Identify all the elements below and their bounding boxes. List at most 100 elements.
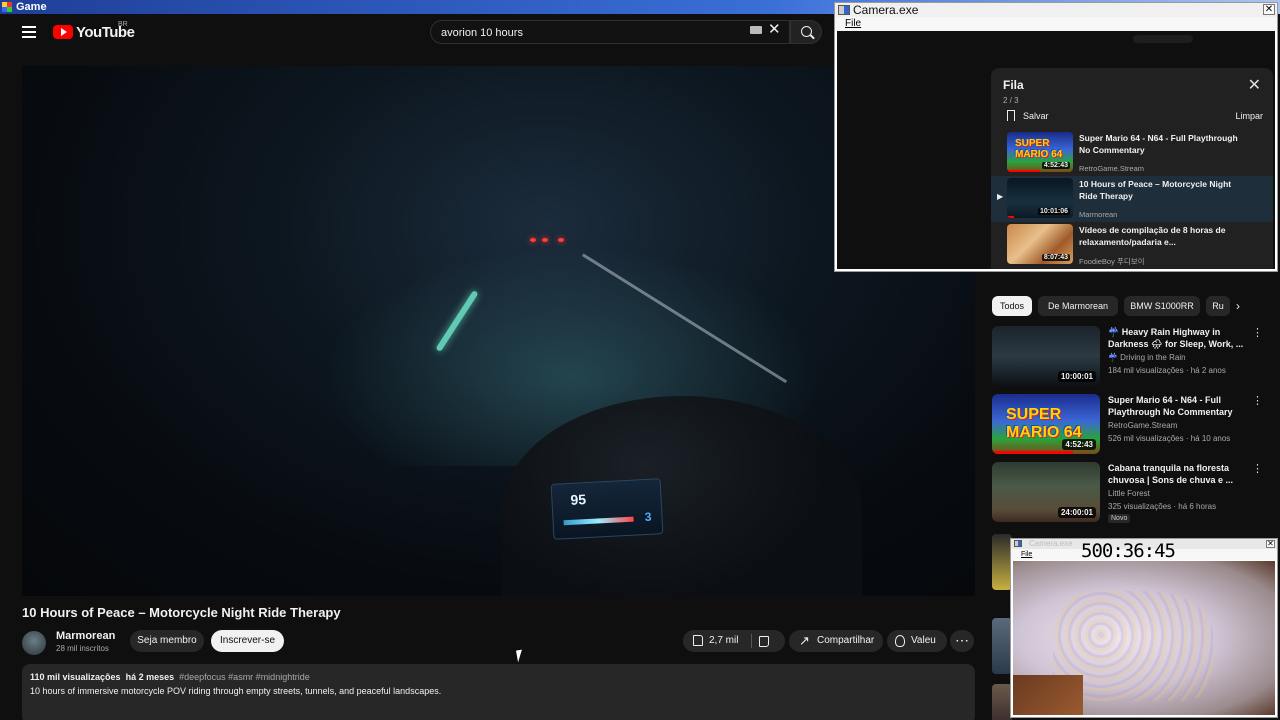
list-item[interactable]: 24:00:01 Cabana tranquila na floresta ch… <box>992 462 1277 524</box>
more-vert-icon[interactable]: ⋮ <box>1252 326 1263 339</box>
video-duration: 10:01:06 <box>1037 208 1070 215</box>
camera-icon <box>1014 540 1022 547</box>
channel-name[interactable]: RetroGame.Stream <box>1108 421 1177 430</box>
list-item[interactable]: 10:00:01 ☔ Heavy Rain Highway in Darknes… <box>992 326 1277 388</box>
chip-from-channel[interactable]: De Marmorean <box>1038 296 1118 316</box>
share-label: Compartilhar <box>817 635 875 646</box>
mouse-cursor-icon <box>516 649 524 663</box>
camera-window-small: Camera.exe ✕ File 500:36:45 <box>1010 538 1278 718</box>
chip-bmw[interactable]: BMW S1000RR <box>1124 296 1200 316</box>
watch-progress-bar <box>1007 216 1014 218</box>
list-item[interactable]: SUPER MARIO 64 4:52:43 Super Mario 64 - … <box>992 394 1277 456</box>
close-button[interactable]: ✕ <box>1263 4 1275 15</box>
app-title: Game <box>16 1 47 13</box>
video-title[interactable]: Cabana tranquila na floresta chuvosa | S… <box>1108 462 1248 486</box>
more-actions-button[interactable]: ⋯ <box>950 630 974 652</box>
chevron-right-icon[interactable]: › <box>1236 299 1240 313</box>
partial-thumbnails <box>992 534 1012 720</box>
close-icon[interactable]: ✕ <box>768 22 781 38</box>
description-meta: 110 mil visualizações há 2 meses #deepfo… <box>30 672 310 682</box>
video-title: 10 Hours of Peace – Motorcycle Night Rid… <box>22 605 341 620</box>
channel-name[interactable]: ☔ Driving in the Rain <box>1108 353 1186 362</box>
description-box[interactable]: 110 mil visualizações há 2 meses #deepfo… <box>22 664 975 720</box>
video-thumbnail[interactable]: 10:00:01 <box>992 326 1100 386</box>
camera-icon <box>838 5 850 15</box>
play-indicator-icon: ▶ <box>997 192 1004 201</box>
video-thumbnail[interactable]: 24:00:01 <box>992 462 1100 522</box>
description-text: 10 hours of immersive motorcycle POV rid… <box>30 686 442 696</box>
watch-progress-bar <box>1007 170 1040 172</box>
video-thumbnail[interactable] <box>992 534 1012 590</box>
close-icon[interactable]: ✕ <box>1248 78 1261 94</box>
more-vert-icon[interactable]: ⋮ <box>1252 394 1263 407</box>
bookmark-icon[interactable] <box>1007 110 1015 121</box>
elapsed-timer: 500:36:45 <box>1081 540 1176 562</box>
more-vert-icon[interactable]: ⋮ <box>1252 462 1263 475</box>
window-titlebar[interactable]: Camera.exe <box>835 3 1277 17</box>
close-button[interactable]: ✕ <box>1266 540 1275 548</box>
subscribe-button[interactable]: Inscrever-se <box>211 630 284 652</box>
video-title[interactable]: Super Mario 64 - N64 - Full Playthrough … <box>1079 132 1239 156</box>
video-stats: 184 mil visualizações · há 2 anos <box>1108 366 1226 375</box>
view-count: 110 mil visualizações <box>30 672 121 682</box>
video-thumbnail[interactable]: SUPER MARIO 64 4:52:43 <box>992 394 1100 454</box>
channel-name[interactable]: Marmorean <box>56 630 115 642</box>
thumbs-down-icon[interactable] <box>759 636 769 647</box>
video-title[interactable]: Super Mario 64 - N64 - Full Playthrough … <box>1108 394 1248 418</box>
taillights <box>530 238 566 244</box>
video-thumbnail[interactable] <box>992 684 1012 720</box>
webcam-feed <box>1013 561 1275 715</box>
video-player[interactable]: 95 3 <box>22 66 975 596</box>
window-title: Camera.exe <box>1029 539 1073 548</box>
channel-name[interactable]: Marmorean <box>1079 210 1117 219</box>
video-thumbnail[interactable]: 10:01:06 <box>1007 178 1073 218</box>
join-button[interactable]: Seja membro <box>130 630 204 652</box>
thumbs-up-icon[interactable] <box>693 635 703 646</box>
video-thumbnail[interactable]: 8:07:43 <box>1007 224 1073 264</box>
chip-all[interactable]: Todos <box>992 296 1032 316</box>
queue-item[interactable]: SUPER MARIO 64 4:52:43 Super Mario 64 - … <box>991 130 1273 176</box>
status-badge: Novo <box>1108 514 1131 523</box>
thumbnail-text: SUPER MARIO 64 <box>1006 406 1082 441</box>
thanks-label: Valeu <box>911 635 936 646</box>
subscriber-count: 28 mil inscritos <box>56 644 109 653</box>
chip-partial[interactable]: Ru <box>1206 296 1230 316</box>
video-duration: 4:52:43 <box>1041 162 1070 169</box>
video-duration: 8:07:43 <box>1041 254 1070 261</box>
thanks-button[interactable]: Valeu <box>887 630 947 652</box>
camera-window: Camera.exe ✕ File Fila 2 / 3 ✕ Salvar Li… <box>834 2 1278 272</box>
search-input[interactable]: avorion 10 hours <box>430 20 790 44</box>
game-icon <box>2 2 12 12</box>
queue-item-current[interactable]: ▶ 10:01:06 10 Hours of Peace – Motorcycl… <box>991 176 1273 222</box>
clear-button[interactable]: Limpar <box>1235 111 1263 121</box>
avatar[interactable] <box>22 631 46 655</box>
video-stats: 325 visualizações · há 6 horas <box>1108 502 1217 511</box>
queue-item[interactable]: 8:07:43 Vídeos de compilação de 8 horas … <box>991 222 1273 268</box>
youtube-logo-icon[interactable] <box>53 25 73 39</box>
channel-name[interactable]: RetroGame.Stream <box>1079 164 1144 173</box>
hashtags[interactable]: #deepfocus #asmr #midnightride <box>179 672 310 682</box>
search-button[interactable] <box>790 20 822 44</box>
video-thumbnail[interactable]: SUPER MARIO 64 4:52:43 <box>1007 132 1073 172</box>
like-dislike-group: 2,7 mil <box>683 630 785 652</box>
menu-file[interactable]: File <box>835 17 1277 31</box>
keyboard-icon[interactable] <box>750 26 762 34</box>
video-title[interactable]: ☔ Heavy Rain Highway in Darkness 🌧 for S… <box>1108 326 1248 350</box>
menu-icon[interactable] <box>22 26 36 38</box>
upload-age: há 2 meses <box>125 672 175 682</box>
share-button[interactable]: ↗ Compartilhar <box>789 630 883 652</box>
save-button[interactable]: Salvar <box>1023 111 1049 121</box>
video-duration: 24:00:01 <box>1057 507 1096 518</box>
watch-progress-bar <box>992 451 1073 454</box>
video-duration: 10:00:01 <box>1057 371 1096 382</box>
channel-name[interactable]: FoodieBoy 푸디보이 <box>1079 256 1145 267</box>
channel-name[interactable]: Little Forest <box>1108 489 1150 498</box>
like-count[interactable]: 2,7 mil <box>709 630 738 652</box>
window-title: Camera.exe <box>853 3 919 17</box>
video-title[interactable]: 10 Hours of Peace – Motorcycle Night Rid… <box>1079 178 1239 202</box>
dashboard-rpm-bar <box>563 516 634 526</box>
region-code: BR <box>118 21 128 28</box>
related-chips: Todos De Marmorean BMW S1000RR Ru › <box>992 296 1277 316</box>
video-title[interactable]: Vídeos de compilação de 8 horas de relax… <box>1079 224 1239 248</box>
video-thumbnail[interactable] <box>992 618 1012 674</box>
